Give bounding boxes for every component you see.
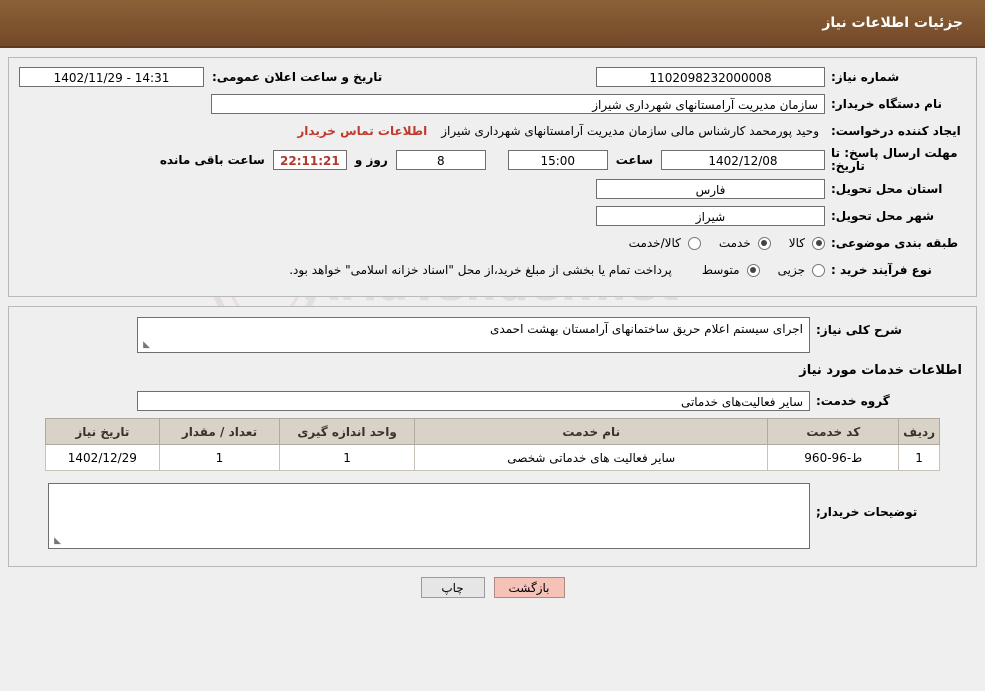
buyer-notes-label: توضیحات خریدار; bbox=[816, 505, 918, 519]
col-need-date: تاریخ نیاز bbox=[45, 418, 160, 445]
city-label: شهر محل تحویل: bbox=[831, 209, 935, 223]
row-deadline: مهلت ارسال پاسخ: تا تاریخ: 1402/12/08 سا… bbox=[19, 147, 966, 173]
radio-purchase-motevaset[interactable] bbox=[746, 263, 760, 277]
purchase-note: پرداخت تمام یا بخشی از مبلغ خرید،از محل … bbox=[289, 263, 672, 277]
need-number-label: شماره نیاز: bbox=[831, 70, 900, 84]
days-label: روز و bbox=[354, 153, 388, 167]
row-category: طبقه بندی موضوعی: کالا خدمت کالا/خدمت bbox=[19, 232, 966, 254]
print-button[interactable]: چاپ bbox=[420, 577, 485, 598]
buyer-notes-text bbox=[49, 484, 809, 492]
radio-purchase-jozyi[interactable] bbox=[812, 263, 825, 277]
radio-category-kala-label: کالا bbox=[788, 236, 805, 250]
buyer-org-label: نام دستگاه خریدار: bbox=[831, 97, 942, 111]
row-buyer-notes: توضیحات خریدار; ◣ bbox=[19, 483, 966, 549]
row-need-number: شماره نیاز: 1102098232000008 تاریخ و ساع… bbox=[19, 66, 966, 88]
countdown-value: 22:11:21 bbox=[272, 150, 347, 170]
service-group-label: گروه خدمت: bbox=[816, 394, 890, 408]
requester-value: وحید پورمحمد کارشناس مالی سازمان مدیریت … bbox=[441, 124, 819, 138]
hour-label: ساعت bbox=[615, 153, 653, 167]
category-radio-group: کالا خدمت کالا/خدمت bbox=[615, 236, 825, 250]
general-desc-label: شرح کلی نیاز: bbox=[816, 323, 902, 337]
deadline-date-value: 1402/12/08 bbox=[661, 150, 825, 170]
row-service-group: گروه خدمت: سایر فعالیت‌های خدماتی bbox=[19, 390, 966, 412]
deadline-time-value: 15:00 bbox=[507, 150, 608, 170]
remaining-days-value: 8 bbox=[395, 150, 486, 170]
row-province: استان محل تحویل: فارس bbox=[19, 178, 966, 200]
cell-quantity: 1 bbox=[158, 444, 281, 471]
page-title: جزئیات اطلاعات نیاز bbox=[822, 15, 963, 31]
radio-category-kala-khedmat[interactable] bbox=[687, 236, 701, 250]
purchase-type-label: نوع فرآیند خرید : bbox=[831, 263, 932, 277]
row-purchase-type: نوع فرآیند خرید : جزیی متوسط پرداخت تمام… bbox=[19, 259, 966, 281]
province-label: استان محل تحویل: bbox=[831, 182, 943, 196]
radio-category-khedmat-label: خدمت bbox=[718, 236, 751, 250]
col-service-name: نام خدمت bbox=[414, 418, 769, 445]
announce-datetime-value: 14:31 - 1402/11/29 bbox=[19, 67, 204, 87]
general-desc-text: اجرای سیستم اعلام حریق ساختمانهای آرامست… bbox=[490, 322, 803, 336]
col-unit: واحد اندازه گیری bbox=[279, 418, 416, 445]
resize-grip-icon[interactable]: ◣ bbox=[140, 341, 150, 351]
city-value: شیراز bbox=[596, 206, 825, 226]
row-requester: ایجاد کننده درخواست: وحید پورمحمد کارشنا… bbox=[19, 120, 966, 142]
buyer-org-value: سازمان مدیریت آرامستانهای شهرداری شیراز bbox=[211, 94, 825, 114]
announce-datetime-label: تاریخ و ساعت اعلان عمومی: bbox=[212, 70, 383, 84]
cell-service-code: ط-96-960 bbox=[767, 444, 900, 471]
table-header-row: ردیف کد خدمت نام خدمت واحد اندازه گیری ت… bbox=[45, 418, 940, 445]
table-row: 1 ط-96-960 سایر فعالیت های خدماتی شخصی 1… bbox=[45, 444, 940, 471]
resize-grip-icon-notes[interactable]: ◣ bbox=[51, 537, 61, 547]
category-label: طبقه بندی موضوعی: bbox=[831, 236, 959, 250]
buyer-notes-value[interactable]: ◣ bbox=[48, 483, 810, 549]
page-header: جزئیات اطلاعات نیاز bbox=[0, 0, 985, 48]
row-city: شهر محل تحویل: شیراز bbox=[19, 205, 966, 227]
purchase-type-radio-group: جزیی متوسط bbox=[688, 263, 825, 277]
col-row: ردیف bbox=[898, 418, 940, 445]
cell-unit: 1 bbox=[279, 444, 416, 471]
services-table: ردیف کد خدمت نام خدمت واحد اندازه گیری ت… bbox=[45, 418, 940, 471]
cell-service-name: سایر فعالیت های خدماتی شخصی bbox=[414, 444, 769, 471]
row-buyer-org: نام دستگاه خریدار: سازمان مدیریت آرامستا… bbox=[19, 93, 966, 115]
radio-category-kala[interactable] bbox=[812, 236, 825, 250]
radio-purchase-jozyi-label: جزیی bbox=[777, 263, 805, 277]
need-number-value: 1102098232000008 bbox=[596, 67, 825, 87]
service-group-value: سایر فعالیت‌های خدماتی bbox=[137, 391, 810, 411]
buyer-contact-link[interactable]: اطلاعات تماس خریدار bbox=[289, 124, 435, 138]
back-button[interactable]: بازگشت bbox=[493, 577, 565, 598]
general-desc-value: اجرای سیستم اعلام حریق ساختمانهای آرامست… bbox=[137, 317, 810, 353]
need-details-panel: شرح کلی نیاز: اجرای سیستم اعلام حریق ساخ… bbox=[8, 306, 977, 567]
radio-category-kala-khedmat-label: کالا/خدمت bbox=[628, 236, 681, 250]
radio-category-khedmat[interactable] bbox=[757, 236, 771, 250]
province-value: فارس bbox=[596, 179, 825, 199]
services-info-title: اطلاعات خدمات مورد نیاز bbox=[799, 363, 962, 378]
deadline-label: مهلت ارسال پاسخ: تا تاریخ: bbox=[831, 146, 958, 173]
cell-row: 1 bbox=[898, 444, 940, 471]
remaining-hours-label: ساعت باقی مانده bbox=[159, 153, 265, 167]
need-summary-panel: شماره نیاز: 1102098232000008 تاریخ و ساع… bbox=[8, 57, 977, 297]
radio-purchase-motevaset-label: متوسط bbox=[701, 263, 740, 277]
cell-need-date: 1402/12/29 bbox=[45, 444, 160, 471]
footer-buttons: بازگشت چاپ bbox=[0, 577, 985, 598]
col-service-code: کد خدمت bbox=[767, 418, 900, 445]
row-general-desc: شرح کلی نیاز: اجرای سیستم اعلام حریق ساخ… bbox=[19, 317, 966, 353]
requester-label: ایجاد کننده درخواست: bbox=[831, 124, 961, 138]
col-quantity: تعداد / مقدار bbox=[158, 418, 281, 445]
